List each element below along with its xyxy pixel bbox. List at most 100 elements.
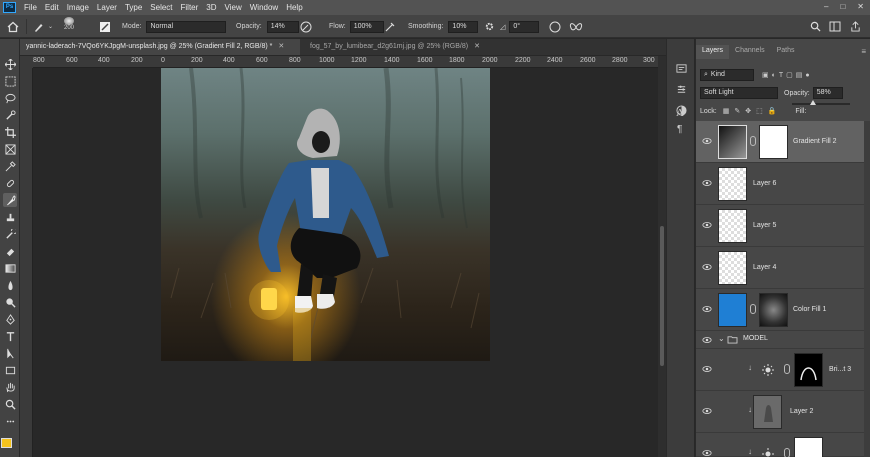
more-tools-icon[interactable] bbox=[3, 414, 17, 428]
home-icon[interactable] bbox=[7, 19, 19, 34]
menu-3d[interactable]: 3D bbox=[202, 3, 220, 12]
menu-help[interactable]: Help bbox=[282, 3, 306, 12]
eye-icon[interactable] bbox=[702, 136, 712, 146]
layer-name[interactable]: Color Fill 1 bbox=[793, 306, 826, 313]
pressure-opacity-icon[interactable] bbox=[300, 19, 312, 34]
gradient-tool-icon[interactable] bbox=[3, 261, 17, 275]
close-icon[interactable]: ✕ bbox=[474, 43, 480, 50]
maximize-button[interactable]: □ bbox=[840, 2, 845, 11]
layer-name[interactable]: Layer 2 bbox=[790, 408, 813, 415]
blur-tool-icon[interactable] bbox=[3, 278, 17, 292]
dodge-tool-icon[interactable] bbox=[3, 295, 17, 309]
minimize-button[interactable]: – bbox=[824, 2, 828, 11]
move-tool-icon[interactable] bbox=[3, 57, 17, 71]
zoom-tool-icon[interactable] bbox=[3, 397, 17, 411]
properties-icon[interactable] bbox=[676, 84, 687, 95]
menu-filter[interactable]: Filter bbox=[177, 3, 203, 12]
tab-layers[interactable]: Layers bbox=[696, 45, 730, 59]
layer-row[interactable]: ↓ Layer 2 bbox=[696, 391, 864, 433]
menu-layer[interactable]: Layer bbox=[93, 3, 121, 12]
blend-mode-select[interactable]: Soft Light bbox=[700, 87, 778, 99]
frame-tool-icon[interactable] bbox=[3, 142, 17, 156]
mode-select[interactable]: Normal bbox=[146, 20, 227, 33]
eraser-tool-icon[interactable] bbox=[3, 244, 17, 258]
symmetry-butterfly-icon[interactable] bbox=[569, 19, 583, 34]
pen-tool-icon[interactable] bbox=[3, 312, 17, 326]
pressure-size-icon[interactable] bbox=[549, 19, 561, 34]
layer-row[interactable]: Color Fill 1 bbox=[696, 289, 864, 331]
panel-menu-icon[interactable]: ≡ bbox=[861, 47, 866, 56]
path-selection-tool-icon[interactable] bbox=[3, 346, 17, 360]
hand-tool-icon[interactable] bbox=[3, 380, 17, 394]
close-window-button[interactable]: ✕ bbox=[857, 2, 864, 11]
paragraph-panel-icon[interactable]: ¶ bbox=[677, 124, 682, 135]
brush-tool-icon[interactable] bbox=[3, 193, 17, 207]
tab-document-1[interactable]: yannic-laderach-7VQo6YKJpgM-unsplash.jpg… bbox=[20, 39, 300, 55]
layer-row[interactable]: ↓ bbox=[696, 433, 864, 457]
layer-mask-thumbnail[interactable] bbox=[759, 125, 788, 159]
layer-opacity-field[interactable]: 58% bbox=[812, 87, 843, 99]
chevron-down-icon[interactable]: ⌄ bbox=[718, 334, 725, 343]
smoothing-options-gear-icon[interactable] bbox=[484, 19, 495, 34]
foreground-color-swatch[interactable] bbox=[1, 438, 12, 448]
close-icon[interactable]: ✕ bbox=[278, 43, 284, 50]
eye-icon[interactable] bbox=[702, 335, 712, 345]
opacity-slider[interactable] bbox=[792, 100, 850, 105]
layer-name[interactable]: MODEL bbox=[743, 335, 768, 342]
menu-window[interactable]: Window bbox=[246, 3, 282, 12]
lasso-tool-icon[interactable] bbox=[3, 91, 17, 105]
photoshop-logo[interactable]: Ps bbox=[3, 2, 16, 13]
menu-type[interactable]: Type bbox=[121, 3, 146, 12]
document-image[interactable] bbox=[161, 68, 490, 361]
menu-edit[interactable]: Edit bbox=[41, 3, 63, 12]
eye-icon[interactable] bbox=[702, 262, 712, 272]
opacity-field[interactable]: 14% bbox=[266, 20, 299, 33]
airbrush-icon[interactable] bbox=[384, 19, 396, 34]
eye-icon[interactable] bbox=[702, 178, 712, 188]
marquee-tool-icon[interactable] bbox=[3, 74, 17, 88]
eye-icon[interactable] bbox=[702, 448, 712, 457]
canvas-vertical-scrollbar[interactable] bbox=[658, 56, 666, 457]
layer-row[interactable]: Layer 5 bbox=[696, 205, 864, 247]
tab-document-2[interactable]: fog_57_by_lumibear_d2g61mj.jpg @ 25% (RG… bbox=[304, 39, 514, 55]
layer-mask-thumbnail[interactable] bbox=[759, 293, 788, 327]
menu-select[interactable]: Select bbox=[146, 3, 176, 12]
brush-settings-icon[interactable] bbox=[99, 19, 111, 34]
menu-view[interactable]: View bbox=[221, 3, 246, 12]
canvas-area[interactable] bbox=[33, 68, 658, 457]
layer-name[interactable]: Layer 6 bbox=[753, 180, 776, 187]
layer-name[interactable]: Layer 4 bbox=[753, 264, 776, 271]
eye-icon[interactable] bbox=[702, 220, 712, 230]
layer-row[interactable]: Layer 6 bbox=[696, 163, 864, 205]
menu-file[interactable]: File bbox=[20, 3, 41, 12]
flow-field[interactable]: 100% bbox=[349, 20, 384, 33]
eye-icon[interactable] bbox=[702, 364, 712, 374]
layer-row[interactable]: Layer 4 bbox=[696, 247, 864, 289]
eye-icon[interactable] bbox=[702, 406, 712, 416]
tab-channels[interactable]: Channels bbox=[729, 45, 771, 59]
eye-icon[interactable] bbox=[702, 304, 712, 314]
history-brush-tool-icon[interactable] bbox=[3, 227, 17, 241]
search-icon[interactable] bbox=[810, 19, 821, 34]
layer-row[interactable]: ↓ Bri...t 3 bbox=[696, 349, 864, 391]
smoothing-field[interactable]: 10% bbox=[448, 20, 479, 33]
layers-scrollbar[interactable] bbox=[864, 121, 870, 457]
healing-brush-tool-icon[interactable] bbox=[3, 176, 17, 190]
layer-name[interactable]: Gradient Fill 2 bbox=[793, 138, 837, 145]
brush-size-picker[interactable]: 200 bbox=[64, 17, 74, 32]
slider-handle[interactable] bbox=[810, 100, 816, 105]
lock-icons[interactable]: ▦✎✥⬚🔒 bbox=[723, 107, 782, 115]
layer-name[interactable]: Layer 5 bbox=[753, 222, 776, 229]
angle-field[interactable]: 0° bbox=[509, 20, 540, 33]
eyedropper-tool-icon[interactable] bbox=[3, 159, 17, 173]
menu-image[interactable]: Image bbox=[63, 3, 93, 12]
layer-mask-thumbnail[interactable] bbox=[794, 353, 823, 387]
rectangle-tool-icon[interactable] bbox=[3, 363, 17, 377]
brush-tool-preset-icon[interactable]: ⌄ bbox=[33, 19, 53, 34]
layer-name[interactable]: Bri...t 3 bbox=[829, 366, 851, 373]
character-panel-icon[interactable]: A bbox=[676, 107, 684, 119]
quick-select-tool-icon[interactable] bbox=[3, 108, 17, 122]
share-icon[interactable] bbox=[850, 19, 861, 34]
layer-row[interactable]: Gradient Fill 2 bbox=[696, 121, 864, 163]
clone-stamp-tool-icon[interactable] bbox=[3, 210, 17, 224]
